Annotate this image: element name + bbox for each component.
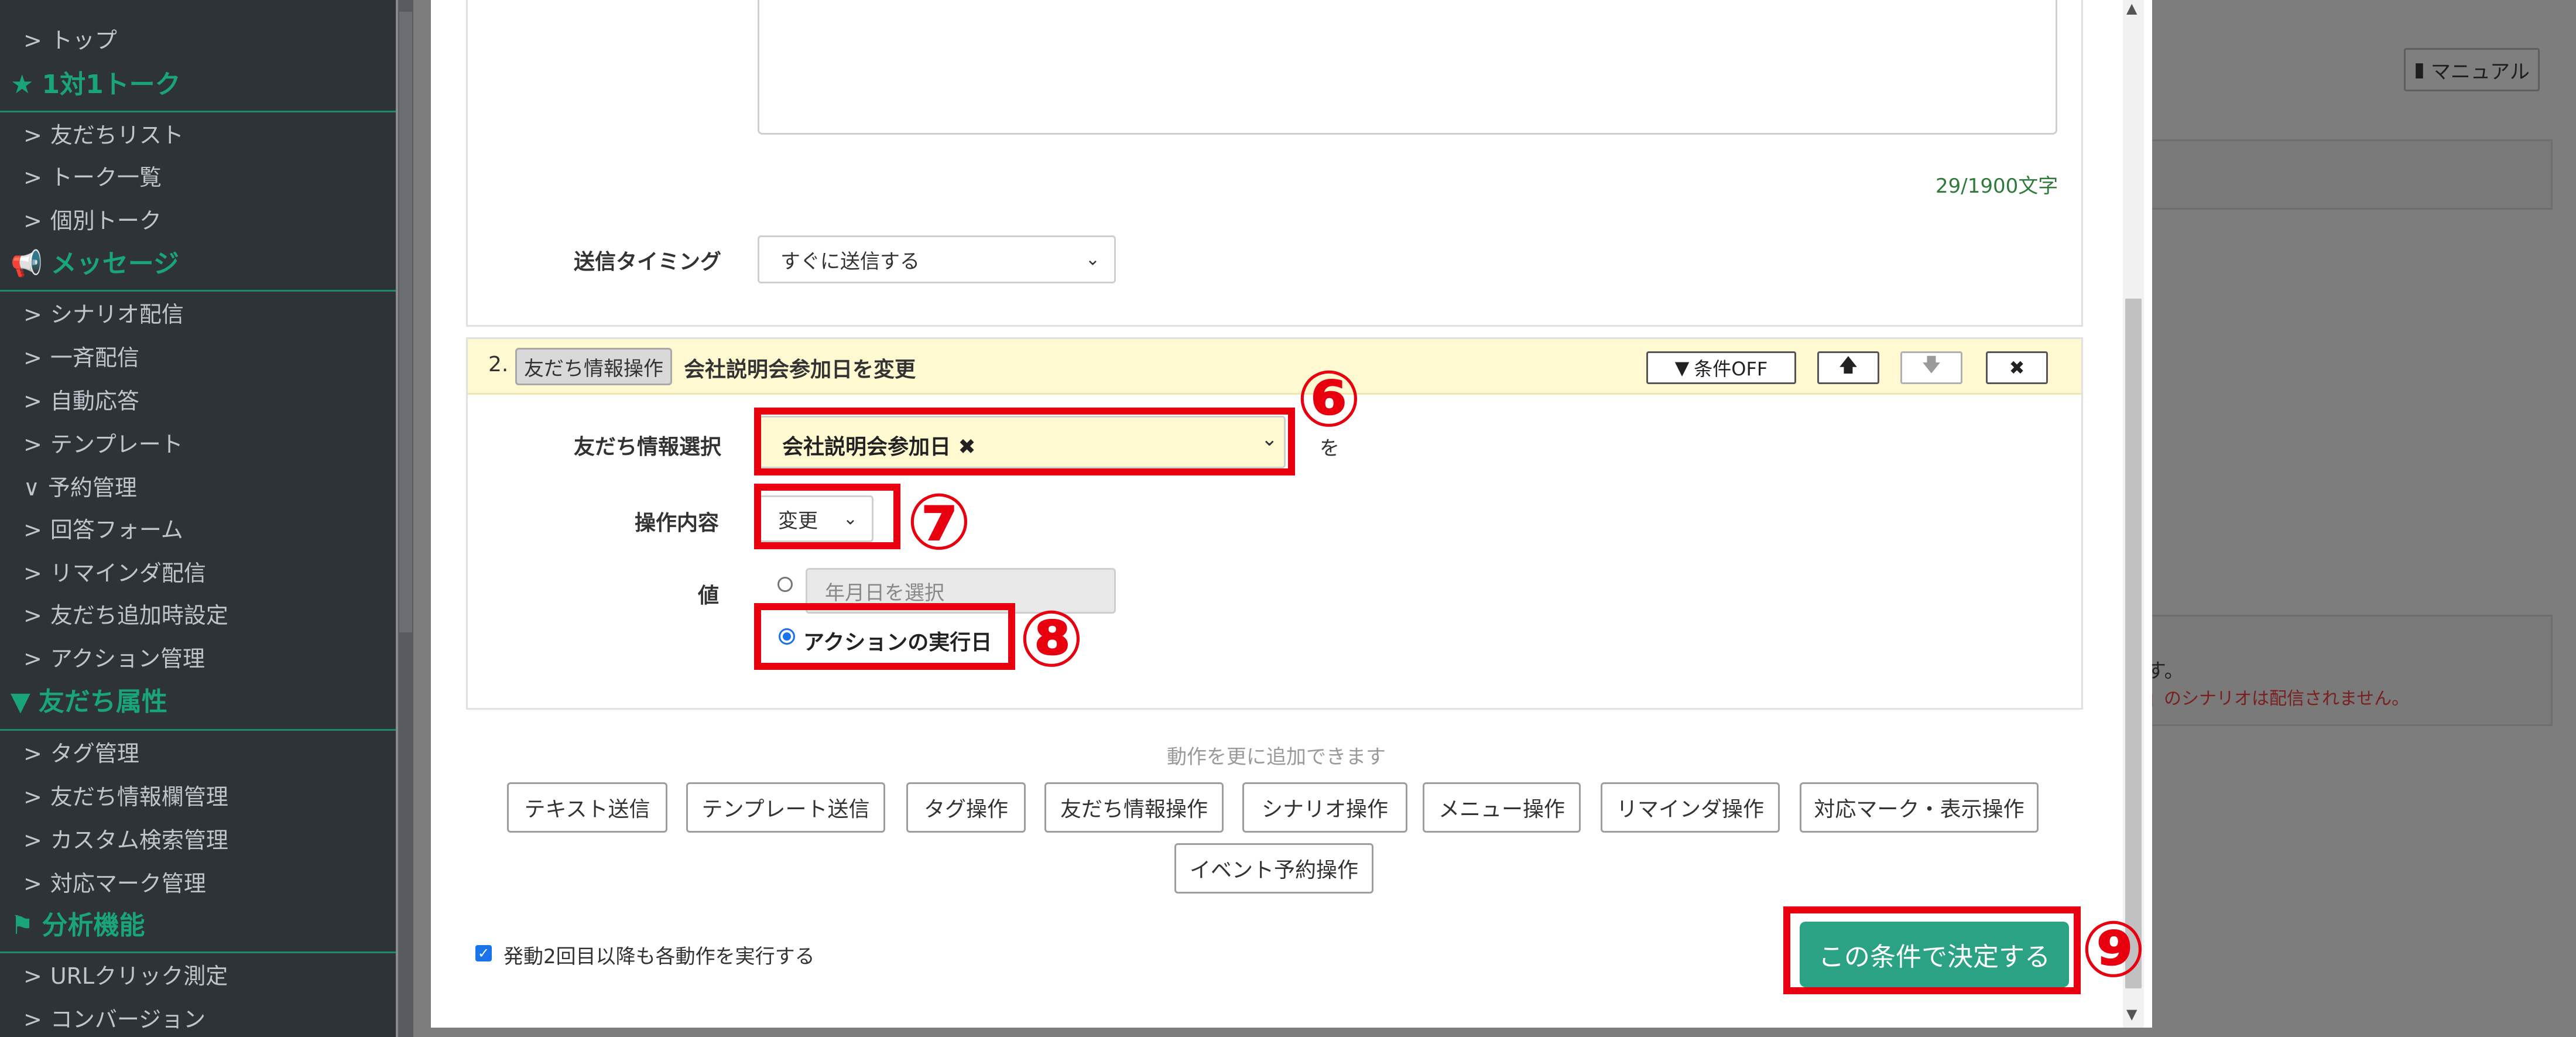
arrow-up-icon: 🡅 bbox=[1838, 354, 1858, 376]
sidebar-item-mark-manage[interactable]: > 対応マーク管理 bbox=[23, 865, 206, 898]
sidebar-section-analytics: ⚑ 分析機能 bbox=[0, 905, 396, 953]
add-tag-button[interactable]: タグ操作 bbox=[906, 782, 1026, 833]
highlight-box-7 bbox=[754, 484, 900, 549]
step-marker-7: ⑦ bbox=[906, 477, 972, 567]
step-marker-9: ⑨ bbox=[2081, 905, 2146, 995]
megaphone-icon: 📢 bbox=[11, 249, 43, 279]
add-scenario-button[interactable]: シナリオ操作 bbox=[1242, 782, 1407, 833]
sidebar-item-custom-search[interactable]: > カスタム検索管理 bbox=[23, 822, 228, 854]
highlight-box-9 bbox=[1783, 906, 2081, 994]
sidebar-item-template[interactable]: > テンプレート bbox=[23, 426, 183, 458]
sidebar-section-message: 📢 メッセージ bbox=[0, 244, 396, 292]
sidebar-item-friend-list[interactable]: > 友だちリスト bbox=[23, 117, 184, 149]
action-type-badge: 友だち情報操作 bbox=[515, 348, 672, 385]
add-mark-button[interactable]: 対応マーク・表示操作 bbox=[1800, 782, 2039, 833]
add-menu-button[interactable]: メニュー操作 bbox=[1423, 782, 1581, 833]
delete-action-button[interactable]: ✖ bbox=[1986, 351, 2048, 384]
sidebar-item-reminder[interactable]: > リマインダ配信 bbox=[23, 555, 206, 587]
manual-button[interactable]: ▮ マニュアル bbox=[2404, 48, 2540, 91]
value-label: 値 bbox=[698, 584, 720, 608]
date-radio[interactable] bbox=[777, 577, 793, 592]
star-icon: ★ bbox=[11, 70, 34, 100]
book-icon: ▮ bbox=[2414, 58, 2425, 81]
step-marker-6: ⑥ bbox=[1296, 354, 1362, 444]
scroll-down-icon[interactable]: ▼ bbox=[2126, 1006, 2137, 1022]
check-icon: ✓ bbox=[477, 945, 490, 961]
add-template-send-button[interactable]: テンプレート送信 bbox=[686, 782, 885, 833]
background-panel bbox=[2143, 139, 2553, 210]
add-event-reservation-button[interactable]: イベント予約操作 bbox=[1174, 843, 1373, 894]
action-title: 会社説明会参加日を変更 bbox=[684, 358, 916, 382]
sidebar-section-talk: ★ 1対1トーク bbox=[0, 64, 396, 112]
sidebar-item-friend-info-field[interactable]: > 友だち情報欄管理 bbox=[23, 779, 228, 811]
arrow-down-icon: 🡇 bbox=[1921, 354, 1941, 376]
repeat-label: 発動2回目以降も各動作を実行する bbox=[503, 945, 815, 968]
modal-scrollbar-thumb[interactable] bbox=[2125, 299, 2142, 988]
condition-off-button[interactable]: ▼ 条件OFF bbox=[1646, 351, 1796, 384]
sidebar-section-friend-attr: ▼ 友だち属性 bbox=[0, 680, 396, 731]
flag-icon: ⚑ bbox=[11, 911, 34, 940]
move-down-button[interactable]: 🡇 bbox=[1900, 351, 1962, 384]
chevron-down-icon: ⌄ bbox=[1085, 249, 1100, 270]
filter-icon: ▼ bbox=[11, 687, 30, 717]
add-friend-info-button[interactable]: 友だち情報操作 bbox=[1044, 782, 1224, 833]
sidebar-item-talk-list[interactable]: > トーク一覧 bbox=[23, 159, 162, 191]
step-marker-8: ⑧ bbox=[1019, 594, 1084, 685]
background-notice-warning: 」のシナリオは配信されません。 bbox=[2146, 689, 2410, 709]
timing-select[interactable]: すぐに送信する ⌄ bbox=[758, 235, 1116, 283]
highlight-box-6 bbox=[754, 408, 1295, 475]
friend-info-label: 友だち情報選択 bbox=[574, 435, 722, 459]
char-count: 29/1900文字 bbox=[1936, 174, 2058, 198]
filter-icon: ▼ bbox=[1674, 357, 1690, 379]
sidebar-item-scenario[interactable]: > シナリオ配信 bbox=[23, 296, 184, 328]
message-textarea[interactable] bbox=[758, 0, 2057, 135]
sidebar-item-reservation[interactable]: ∨ 予約管理 bbox=[23, 470, 137, 502]
add-action-hint: 動作を更に追加できます bbox=[1167, 745, 1386, 769]
sidebar-item-action-manage[interactable]: > アクション管理 bbox=[23, 641, 205, 673]
sidebar-item-individual-talk[interactable]: > 個別トーク bbox=[23, 203, 162, 235]
action-number: 2. bbox=[488, 352, 509, 377]
add-text-send-button[interactable]: テキスト送信 bbox=[507, 782, 667, 833]
sidebar-item-friend-add-setting[interactable]: > 友だち追加時設定 bbox=[23, 597, 228, 629]
move-up-button[interactable]: 🡅 bbox=[1817, 351, 1879, 384]
operation-label: 操作内容 bbox=[635, 511, 720, 535]
sidebar-item-top[interactable]: > トップ bbox=[23, 22, 117, 54]
scroll-up-icon[interactable]: ▲ bbox=[2126, 0, 2137, 16]
sidebar-scrollbar-thumb[interactable] bbox=[399, 12, 412, 632]
close-icon: ✖ bbox=[2009, 357, 2025, 379]
timing-label: 送信タイミング bbox=[574, 250, 722, 274]
sidebar-item-url-click[interactable]: > URLクリック測定 bbox=[23, 958, 228, 990]
add-reminder-button[interactable]: リマインダ操作 bbox=[1601, 782, 1780, 833]
sidebar-item-auto-reply[interactable]: > 自動応答 bbox=[23, 383, 139, 415]
sidebar-item-broadcast[interactable]: > 一斉配信 bbox=[23, 340, 139, 372]
highlight-box-8 bbox=[754, 603, 1015, 670]
sidebar-item-conversion[interactable]: > コンバージョン bbox=[23, 1001, 205, 1033]
sidebar: > トップ ★ 1対1トーク > 友だちリスト > トーク一覧 > 個別トーク 📢 メッセー… bbox=[0, 0, 396, 1037]
sidebar-item-answer-form[interactable]: > 回答フォーム bbox=[23, 512, 183, 544]
repeat-checkbox[interactable]: ✓ bbox=[475, 945, 492, 961]
